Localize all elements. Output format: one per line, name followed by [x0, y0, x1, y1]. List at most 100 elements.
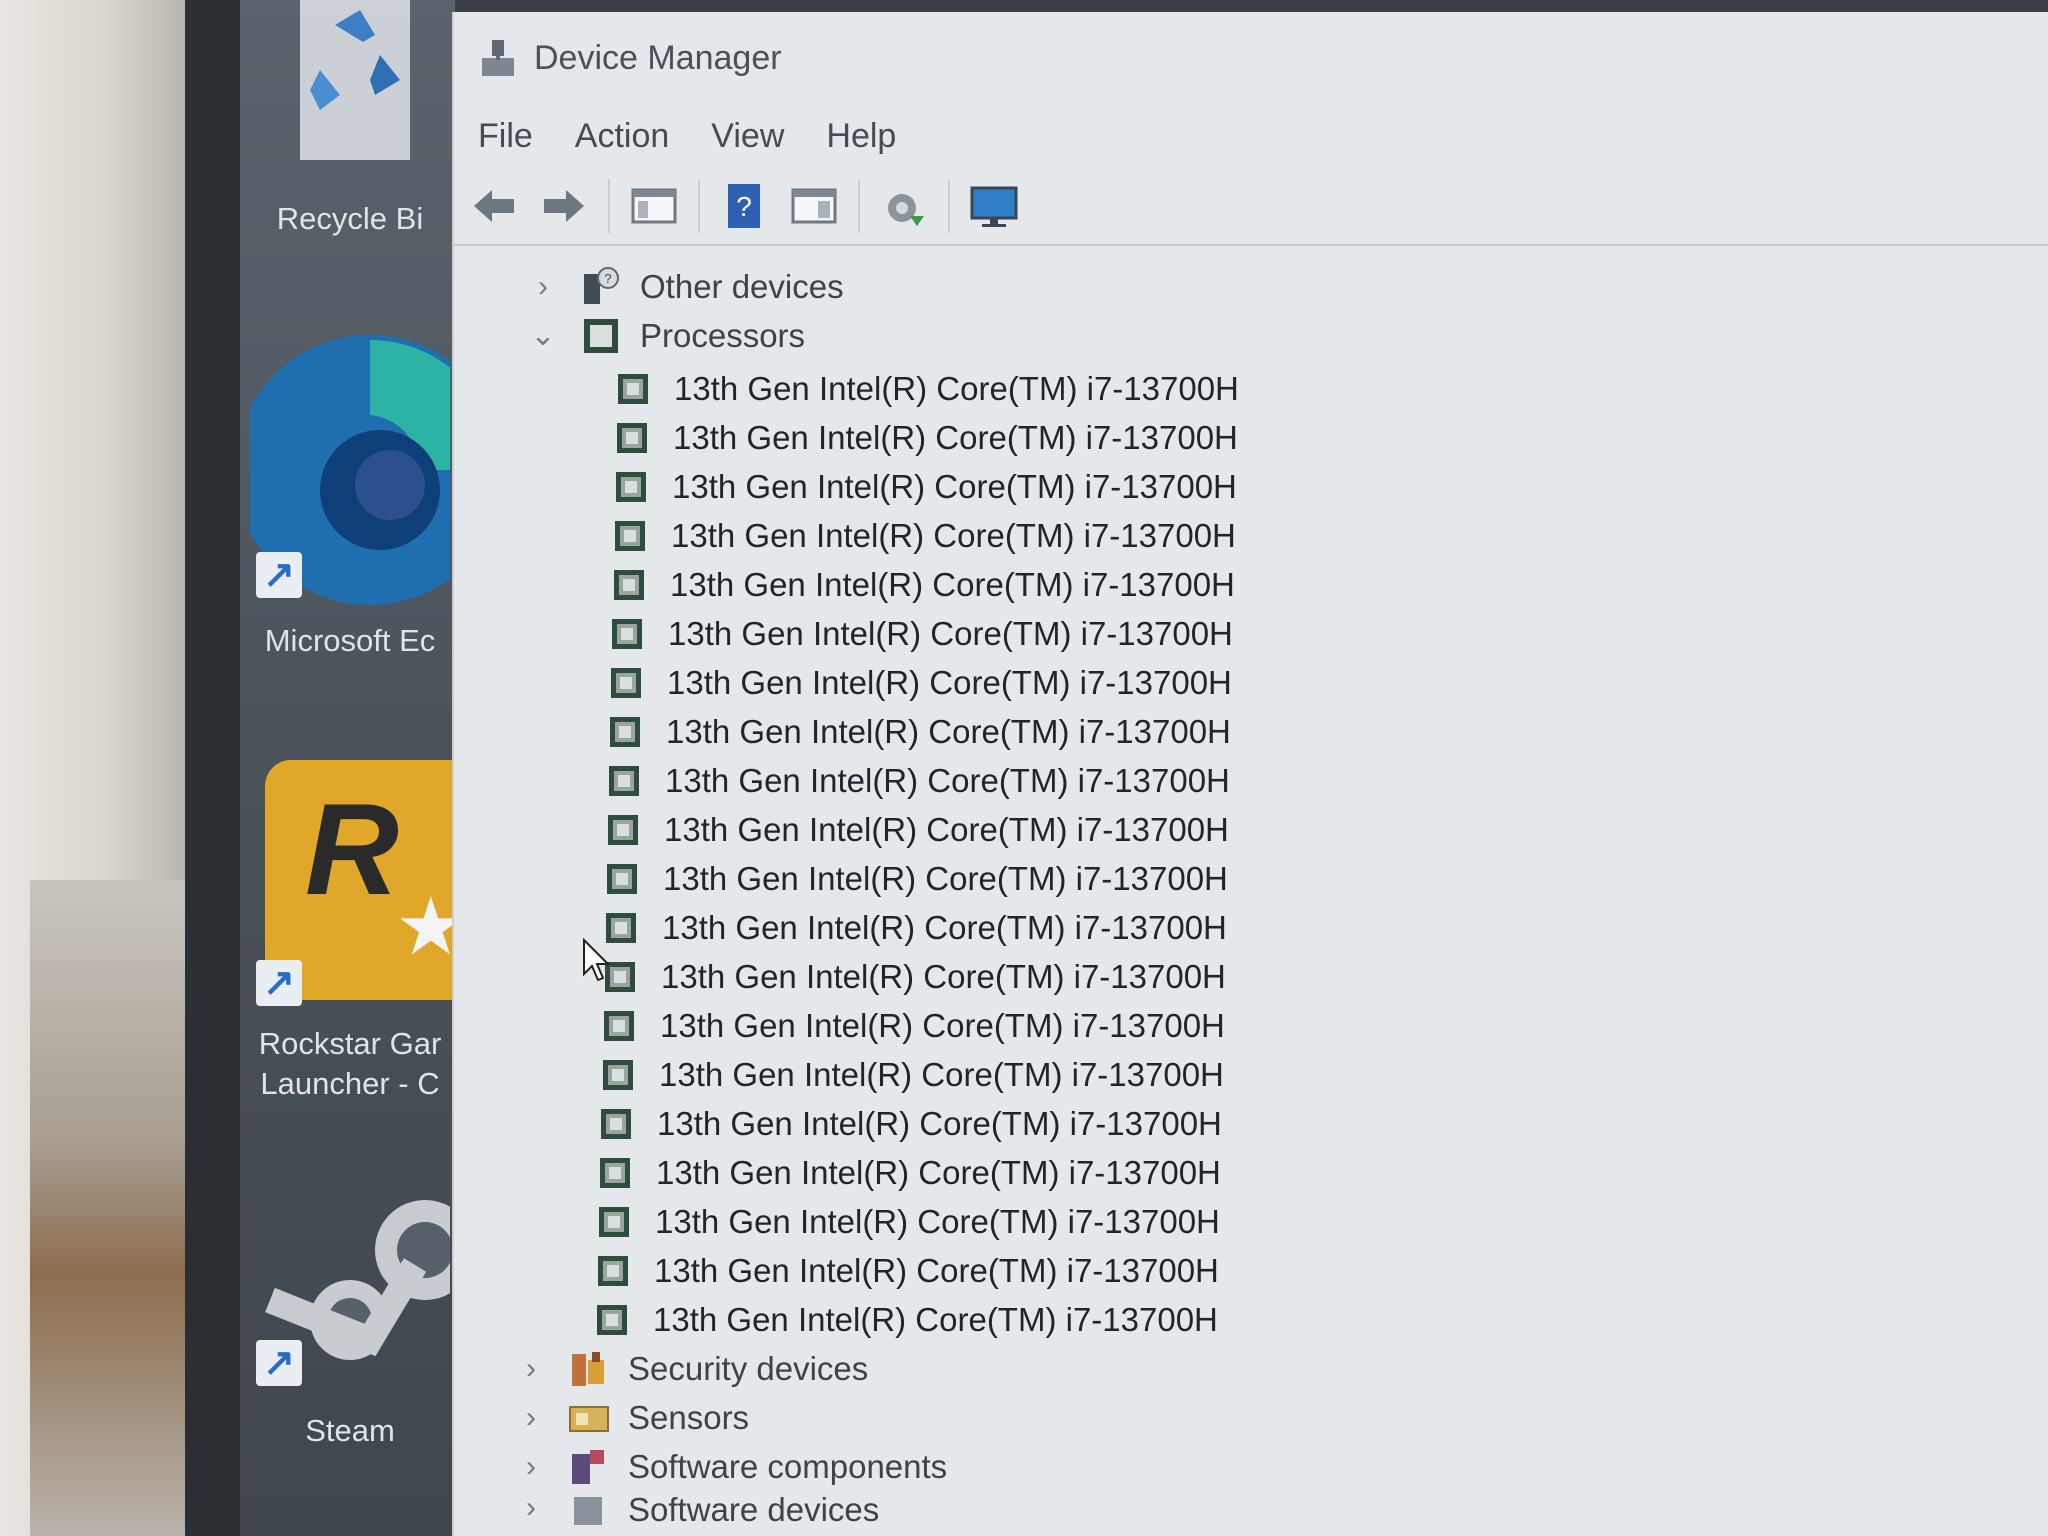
- tree-node-label: Software devices: [628, 1491, 880, 1525]
- processor-icon: [616, 471, 646, 502]
- processor-item[interactable]: 13th Gen Intel(R) Core(TM) i7-13700H: [454, 952, 2048, 1001]
- processor-item-label: 13th Gen Intel(R) Core(TM) i7-13700H: [674, 369, 1239, 407]
- processor-item[interactable]: 13th Gen Intel(R) Core(TM) i7-13700H: [454, 1295, 2048, 1344]
- processor-icon: [599, 1206, 629, 1237]
- chevron-right-icon[interactable]: ›: [516, 1491, 546, 1525]
- show-hide-console-tree-button[interactable]: [628, 180, 680, 232]
- processor-item-label: 13th Gen Intel(R) Core(TM) i7-13700H: [663, 859, 1228, 897]
- chevron-down-icon[interactable]: ⌄: [528, 318, 558, 353]
- processor-item-label: 13th Gen Intel(R) Core(TM) i7-13700H: [659, 1055, 1224, 1093]
- processor-item[interactable]: 13th Gen Intel(R) Core(TM) i7-13700H: [454, 462, 2048, 511]
- processor-item[interactable]: 13th Gen Intel(R) Core(TM) i7-13700H: [454, 1050, 2048, 1099]
- menu-view[interactable]: View: [711, 117, 784, 156]
- monitor-bezel: [185, 0, 240, 1536]
- monitor-icon: [970, 186, 1018, 227]
- tree-node-security-devices[interactable]: › Security devices: [454, 1344, 2048, 1393]
- processor-item[interactable]: 13th Gen Intel(R) Core(TM) i7-13700H: [454, 511, 2048, 560]
- processor-item[interactable]: 13th Gen Intel(R) Core(TM) i7-13700H: [454, 854, 2048, 903]
- processor-icon: [584, 318, 618, 353]
- processor-icon: [617, 422, 647, 453]
- help-button[interactable]: ?: [718, 180, 770, 232]
- title-bar[interactable]: Device Manager: [454, 12, 2048, 104]
- processor-item[interactable]: 13th Gen Intel(R) Core(TM) i7-13700H: [454, 560, 2048, 609]
- chevron-right-icon[interactable]: ›: [528, 270, 558, 304]
- chevron-right-icon[interactable]: ›: [516, 1450, 546, 1484]
- processor-icon: [615, 520, 645, 551]
- software-devices-icon: [574, 1497, 602, 1525]
- processor-item[interactable]: 13th Gen Intel(R) Core(TM) i7-13700H: [454, 903, 2048, 952]
- tree-node-processors[interactable]: ⌄ Processors: [454, 311, 2048, 360]
- scan-hardware-button[interactable]: [968, 180, 1020, 232]
- desktop-icon-label-line2: Launcher - C: [260, 1066, 440, 1101]
- processor-item-label: 13th Gen Intel(R) Core(TM) i7-13700H: [653, 1300, 1218, 1338]
- processor-item-label: 13th Gen Intel(R) Core(TM) i7-13700H: [672, 467, 1237, 505]
- toolbar-separator: [698, 179, 700, 233]
- processor-item-label: 13th Gen Intel(R) Core(TM) i7-13700H: [654, 1251, 1219, 1289]
- desktop-icon-steam[interactable]: ↗ Steam: [250, 1190, 475, 1451]
- processor-item[interactable]: 13th Gen Intel(R) Core(TM) i7-13700H: [454, 1148, 2048, 1197]
- processor-item[interactable]: 13th Gen Intel(R) Core(TM) i7-13700H: [454, 1001, 2048, 1050]
- desktop-icon-rockstar[interactable]: R ★ ↗ Rockstar Gar Launcher - C: [250, 760, 467, 1104]
- processor-item-label: 13th Gen Intel(R) Core(TM) i7-13700H: [664, 810, 1229, 848]
- desktop-icon-edge[interactable]: ↗ Microsoft Ec: [235, 320, 505, 661]
- processor-item[interactable]: 13th Gen Intel(R) Core(TM) i7-13700H: [454, 805, 2048, 854]
- back-arrow-icon: [474, 190, 514, 222]
- processor-item[interactable]: 13th Gen Intel(R) Core(TM) i7-13700H: [454, 658, 2048, 707]
- properties-button[interactable]: [788, 180, 840, 232]
- processor-item[interactable]: 13th Gen Intel(R) Core(TM) i7-13700H: [454, 364, 2048, 413]
- shortcut-arrow-icon: ↗: [256, 1340, 302, 1386]
- processor-item[interactable]: 13th Gen Intel(R) Core(TM) i7-13700H: [454, 1099, 2048, 1148]
- processor-icon: [603, 1059, 633, 1090]
- tree-node-software-components[interactable]: › Software components: [454, 1442, 2048, 1491]
- processor-icon: [600, 1157, 630, 1188]
- software-components-icon: [572, 1449, 604, 1484]
- tree-node-label: Sensors: [628, 1398, 750, 1436]
- processor-item-label: 13th Gen Intel(R) Core(TM) i7-13700H: [661, 957, 1226, 995]
- tree-node-label: Security devices: [628, 1349, 869, 1387]
- processor-item[interactable]: 13th Gen Intel(R) Core(TM) i7-13700H: [454, 413, 2048, 462]
- recycle-bin-icon: [300, 0, 410, 160]
- device-tree: › ? Other devices ⌄ Processors 13th Gen …: [454, 246, 2048, 1525]
- processor-item-label: 13th Gen Intel(R) Core(TM) i7-13700H: [666, 712, 1231, 750]
- menu-file[interactable]: File: [478, 117, 533, 156]
- menu-action[interactable]: Action: [575, 117, 670, 156]
- back-button[interactable]: [468, 180, 520, 232]
- processor-item[interactable]: 13th Gen Intel(R) Core(TM) i7-13700H: [454, 609, 2048, 658]
- update-driver-button[interactable]: [878, 180, 930, 232]
- device-manager-window: Device Manager File Action View Help ? ›…: [452, 12, 2048, 1536]
- processor-icon: [604, 1010, 634, 1041]
- processor-icon: [607, 863, 637, 894]
- tree-node-label: Other devices: [640, 267, 844, 305]
- processor-icon: [614, 569, 644, 600]
- processor-icon: [618, 373, 648, 404]
- processor-item[interactable]: 13th Gen Intel(R) Core(TM) i7-13700H: [454, 756, 2048, 805]
- processor-item[interactable]: 13th Gen Intel(R) Core(TM) i7-13700H: [454, 1197, 2048, 1246]
- tree-node-label: Software components: [628, 1447, 948, 1485]
- sensors-icon: [569, 1405, 609, 1432]
- processor-item[interactable]: 13th Gen Intel(R) Core(TM) i7-13700H: [454, 1246, 2048, 1295]
- chevron-right-icon[interactable]: ›: [516, 1401, 546, 1435]
- forward-button[interactable]: [538, 180, 590, 232]
- toolbar: ?: [454, 168, 2048, 246]
- tree-node-software-devices[interactable]: › Software devices: [454, 1491, 2048, 1525]
- processor-icon: [598, 1255, 628, 1286]
- processor-item-label: 13th Gen Intel(R) Core(TM) i7-13700H: [667, 663, 1232, 701]
- device-manager-icon: [482, 40, 514, 76]
- chevron-right-icon[interactable]: ›: [516, 1352, 546, 1386]
- processor-icon: [610, 716, 640, 747]
- processor-item[interactable]: 13th Gen Intel(R) Core(TM) i7-13700H: [454, 707, 2048, 756]
- update-driver-icon: [888, 194, 924, 226]
- processor-item-label: 13th Gen Intel(R) Core(TM) i7-13700H: [668, 614, 1233, 652]
- processor-item-label: 13th Gen Intel(R) Core(TM) i7-13700H: [671, 516, 1236, 554]
- desktop-area: Recycle Bi ↗ Microsoft Ec R ★ ↗ Rockstar…: [235, 0, 505, 1536]
- menu-help[interactable]: Help: [826, 117, 896, 156]
- tree-node-sensors[interactable]: › Sensors: [454, 1393, 2048, 1442]
- svg-text:?: ?: [736, 191, 752, 222]
- console-tree-icon: [631, 188, 677, 224]
- desktop-icon-label: Steam: [305, 1413, 395, 1448]
- desktop-icon-recycle-bin[interactable]: Recycle Bi: [250, 0, 450, 239]
- help-icon: ?: [728, 184, 760, 228]
- processor-item-label: 13th Gen Intel(R) Core(TM) i7-13700H: [662, 908, 1227, 946]
- tree-node-other-devices[interactable]: › ? Other devices: [454, 262, 2048, 311]
- menu-bar: File Action View Help: [454, 104, 2048, 168]
